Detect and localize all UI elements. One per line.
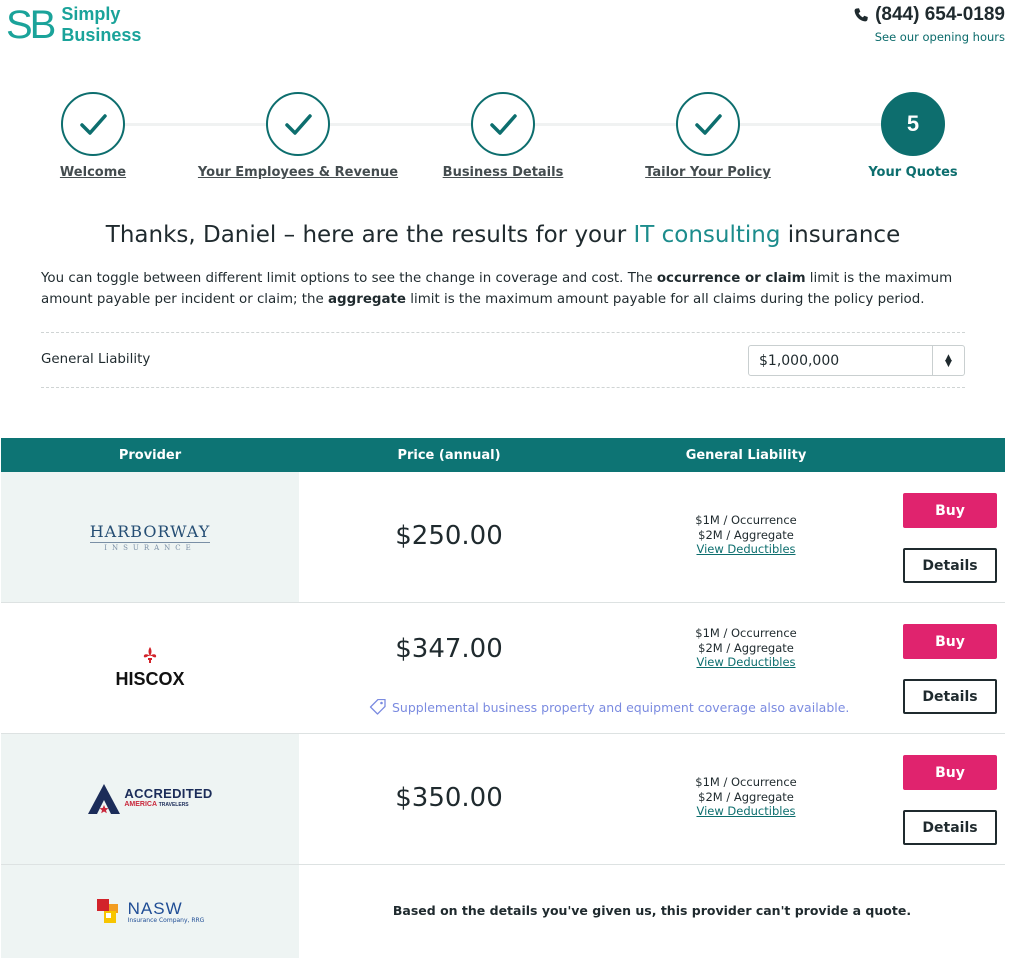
- step-complete-circle: [61, 92, 125, 156]
- logo-mark: SB: [6, 3, 56, 47]
- page-title-prefix: Thanks, Daniel – here are the results fo…: [105, 222, 634, 248]
- intro-part3: limit is the maximum amount payable for …: [406, 292, 925, 307]
- view-deductibles-link[interactable]: View Deductibles: [641, 655, 851, 670]
- page-title-suffix: insurance: [780, 222, 901, 248]
- logo-wordmark: Simply Business: [61, 4, 141, 46]
- coverage-details: $1M / Occurrence $2M / Aggregate View De…: [641, 626, 851, 670]
- intro-paragraph: You can toggle between different limit o…: [41, 268, 971, 310]
- nasw-name: NASW: [127, 898, 183, 918]
- intro-bold-aggregate: aggregate: [328, 292, 407, 307]
- simply-business-logo[interactable]: SB Simply Business: [6, 4, 141, 46]
- step-label[interactable]: Business Details: [443, 165, 564, 180]
- column-header-provider: Provider: [118, 448, 182, 463]
- supplemental-coverage-text: Supplemental business property and equip…: [392, 699, 850, 715]
- step-business-details[interactable]: Business Details: [383, 92, 623, 180]
- contact-block: (844) 654-0189 See our opening hours: [853, 4, 1005, 45]
- step-number: 5: [906, 111, 920, 136]
- phone-number-text: (844) 654-0189: [875, 4, 1005, 25]
- checkmark-icon: [80, 114, 107, 135]
- logo-wordmark-line1: Simply: [61, 4, 121, 24]
- hiscox-logo: HISCOX: [115, 646, 185, 690]
- checkmark-icon: [695, 114, 722, 135]
- occurrence-limit: $1M / Occurrence: [695, 626, 797, 640]
- accredited-mountain-icon: [88, 784, 121, 814]
- harborway-logo: HARBORWAY INSURANCE: [89, 522, 211, 552]
- harborway-subtitle: INSURANCE: [89, 542, 211, 552]
- phone-icon: [854, 8, 868, 22]
- step-complete-circle: [266, 92, 330, 156]
- occurrence-limit: $1M / Occurrence: [695, 775, 797, 789]
- column-header-price: Price (annual): [397, 448, 501, 463]
- travelers-mark: TRAVELERS: [158, 801, 189, 808]
- limit-label: General Liability: [41, 352, 151, 367]
- accredited-wordmark: ACCREDITED AMERICA TRAVELERS: [124, 785, 213, 811]
- accredited-region: AMERICA: [124, 800, 157, 808]
- nasw-squares-icon: [96, 898, 118, 923]
- occurrence-limit: $1M / Occurrence: [695, 513, 797, 527]
- buy-button[interactable]: Buy: [903, 493, 997, 528]
- nasw-logo: NASW Insurance Company, RRG: [96, 898, 205, 926]
- details-button[interactable]: Details: [903, 810, 997, 845]
- tag-icon: [369, 699, 386, 715]
- step-active-circle: 5: [881, 92, 945, 156]
- quotes-table: Provider Price (annual) General Liabilit…: [1, 438, 1005, 958]
- limit-dropdown-value: $1,000,000: [759, 352, 840, 369]
- phone-number[interactable]: (844) 654-0189: [853, 4, 1005, 26]
- harborway-wordmark: HARBORWAY: [89, 522, 211, 541]
- annual-price: $250.00: [395, 521, 503, 551]
- step-label[interactable]: Your Employees & Revenue: [198, 165, 398, 180]
- logo-wordmark-line2: Business: [61, 25, 142, 45]
- buy-button[interactable]: Buy: [903, 755, 997, 790]
- column-header-coverage: General Liability: [685, 448, 807, 463]
- hiscox-wordmark: HISCOX: [115, 668, 185, 689]
- accredited-name: ACCREDITED: [124, 785, 213, 801]
- intro-part1: You can toggle between different limit o…: [41, 271, 657, 286]
- checkmark-icon: [285, 114, 312, 135]
- limit-dropdown[interactable]: $1,000,000 ▲ ▼: [748, 345, 965, 376]
- progress-stepper: Welcome Your Employees & Revenue Busines…: [0, 92, 1034, 192]
- view-deductibles-link[interactable]: View Deductibles: [641, 542, 851, 557]
- step-tailor-policy[interactable]: Tailor Your Policy: [588, 92, 828, 180]
- limit-selector-row: General Liability $1,000,000 ▲ ▼: [41, 332, 965, 388]
- select-arrows-icon: ▲ ▼: [932, 346, 964, 375]
- aggregate-limit: $2M / Aggregate: [698, 789, 794, 804]
- nasw-wordmark: NASW Insurance Company, RRG: [128, 900, 205, 924]
- aggregate-limit: $2M / Aggregate: [698, 527, 794, 542]
- aggregate-limit: $2M / Aggregate: [698, 640, 794, 655]
- details-button[interactable]: Details: [903, 679, 997, 714]
- coverage-details: $1M / Occurrence $2M / Aggregate View De…: [641, 513, 851, 557]
- table-header: Provider Price (annual) General Liabilit…: [1, 438, 1005, 472]
- supplemental-coverage-note: Supplemental business property and equip…: [369, 699, 849, 715]
- accredited-america-logo: ACCREDITED AMERICA TRAVELERS: [87, 783, 212, 815]
- checkmark-icon: [490, 114, 517, 135]
- step-label: Your Quotes: [868, 165, 958, 180]
- step-your-quotes: 5 Your Quotes: [793, 92, 1033, 180]
- page-title-highlight: IT consulting: [633, 222, 781, 248]
- intro-bold-occurrence: occurrence or claim: [656, 271, 806, 286]
- table-row: HISCOX $347.00 $1M / Occurrence $2M / Ag…: [1, 603, 1005, 734]
- details-button[interactable]: Details: [903, 548, 997, 583]
- step-employees-revenue[interactable]: Your Employees & Revenue: [178, 92, 418, 180]
- provider-cell: NASW Insurance Company, RRG: [1, 865, 299, 958]
- step-complete-circle: [676, 92, 740, 156]
- provider-cell: ACCREDITED AMERICA TRAVELERS: [1, 734, 299, 864]
- buy-button[interactable]: Buy: [903, 624, 997, 659]
- provider-cell: HARBORWAY INSURANCE: [1, 472, 299, 602]
- table-row: ACCREDITED AMERICA TRAVELERS $350.00 $1M…: [1, 734, 1005, 865]
- opening-hours-link[interactable]: See our opening hours: [875, 30, 1005, 44]
- annual-price: $350.00: [395, 783, 503, 813]
- page-title: Thanks, Daniel – here are the results fo…: [0, 222, 1006, 248]
- no-quote-message: Based on the details you've given us, th…: [392, 903, 912, 918]
- table-row: HARBORWAY INSURANCE $250.00 $1M / Occurr…: [1, 472, 1005, 603]
- nasw-subtitle: Insurance Company, RRG: [127, 916, 205, 924]
- coverage-details: $1M / Occurrence $2M / Aggregate View De…: [641, 775, 851, 819]
- view-deductibles-link[interactable]: View Deductibles: [641, 804, 851, 819]
- provider-cell: HISCOX: [1, 603, 299, 733]
- table-row: NASW Insurance Company, RRG Based on the…: [1, 865, 1005, 958]
- annual-price: $347.00: [395, 634, 503, 664]
- fleur-de-lis-icon: [143, 646, 157, 663]
- step-label[interactable]: Welcome: [60, 165, 126, 180]
- step-complete-circle: [471, 92, 535, 156]
- step-label[interactable]: Tailor Your Policy: [645, 165, 771, 180]
